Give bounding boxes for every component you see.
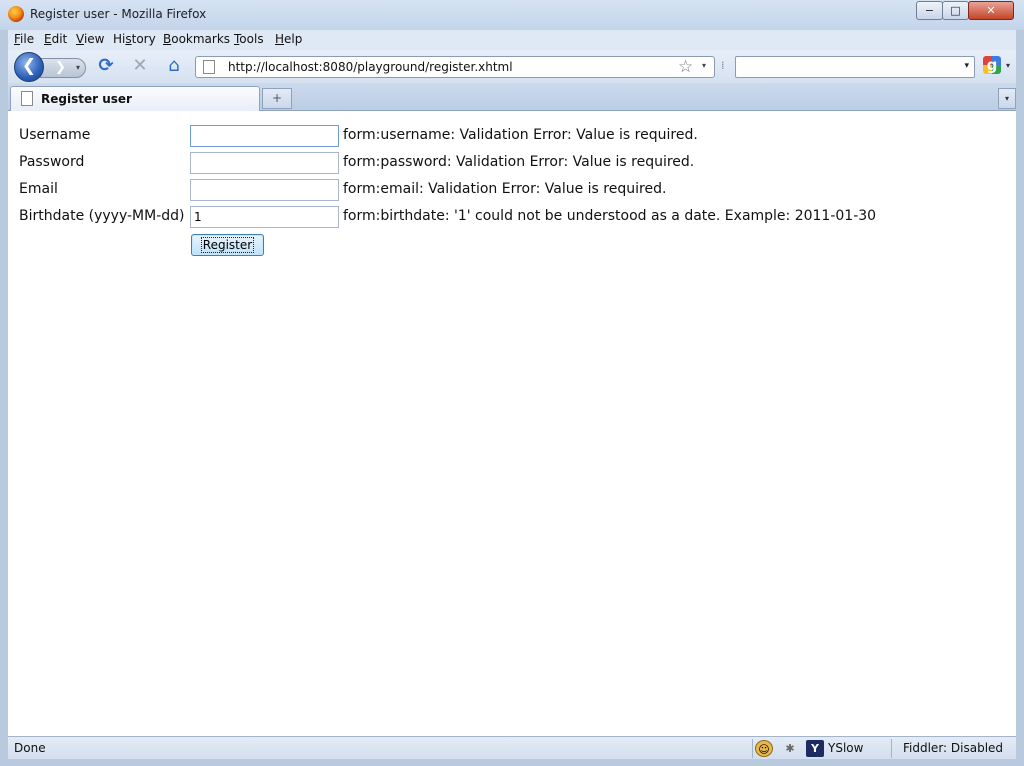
address-text[interactable]: http://localhost:8080/playground/registe… [228,60,513,74]
tab-register-user[interactable]: Register user [10,86,260,111]
search-engine-dropdown-icon[interactable]: ▾ [1006,61,1010,70]
email-error-message: form:email: Validation Error: Value is r… [343,181,667,197]
password-label: Password [19,154,85,170]
menu-edit[interactable]: Edit [44,32,67,46]
list-all-tabs-button[interactable]: ▾ [998,88,1016,109]
username-field[interactable] [190,125,339,147]
minimize-button[interactable]: − [916,1,943,20]
email-field[interactable] [190,179,339,201]
browser-frame: File Edit View History Bookmarks Tools H… [8,30,1016,759]
toolbar-resize-grip-icon[interactable]: ⁞ [721,59,725,72]
new-tab-button[interactable]: + [262,88,292,109]
page-icon [21,91,33,106]
stop-icon[interactable]: ✕ [130,56,150,76]
google-search-engine-icon[interactable]: g [983,56,1001,74]
tab-strip: Register user + ▾ [8,83,1016,111]
address-dropdown-icon[interactable]: ▾ [702,61,706,70]
status-divider [752,739,753,758]
birthdate-label: Birthdate (yyyy-MM-dd) [19,208,185,224]
window-titlebar: Register user - Mozilla Firefox − □ ✕ [0,0,1024,30]
greasemonkey-icon[interactable]: ☺ [755,740,773,757]
menu-view[interactable]: View [76,32,104,46]
register-button[interactable]: Register [191,234,264,256]
username-error-message: form:username: Validation Error: Value i… [343,127,698,143]
search-input[interactable]: ▾ [735,56,975,78]
navigation-toolbar: ❯ ▾ ❮ ⟳ ✕ ⌂ http://localhost:8080/playgr… [8,50,1016,83]
menu-help[interactable]: Help [275,32,302,46]
menu-file[interactable]: File [14,32,34,46]
menu-tools[interactable]: Tools [234,32,264,46]
firebug-icon[interactable]: ✱ [781,740,799,757]
password-error-message: form:password: Validation Error: Value i… [343,154,695,170]
birthdate-field[interactable] [190,206,339,228]
reload-icon[interactable]: ⟳ [96,56,116,76]
fiddler-status[interactable]: Fiddler: Disabled [903,741,1003,755]
maximize-button[interactable]: □ [942,1,969,20]
status-text: Done [14,741,46,755]
back-button[interactable]: ❮ [14,52,44,82]
page-content: Username form:username: Validation Error… [8,112,1016,736]
history-dropdown-icon[interactable]: ▾ [76,58,80,78]
email-label: Email [19,181,58,197]
search-dropdown-icon[interactable]: ▾ [964,61,969,71]
tab-title: Register user [41,92,132,106]
close-window-button[interactable]: ✕ [968,1,1014,20]
page-icon [203,60,215,74]
register-button-label: Register [200,237,255,253]
password-field[interactable] [190,152,339,174]
home-icon[interactable]: ⌂ [164,56,184,76]
menu-bookmarks[interactable]: Bookmarks [163,32,230,46]
status-divider [891,739,892,758]
address-bar[interactable]: http://localhost:8080/playground/registe… [195,56,715,78]
status-bar: Done ☺ ✱ Y YSlow Fiddler: Disabled [8,736,1016,759]
menubar: File Edit View History Bookmarks Tools H… [8,30,1016,50]
window-title: Register user - Mozilla Firefox [30,7,207,21]
bookmark-star-icon[interactable]: ☆ [678,57,693,77]
birthdate-error-message: form:birthdate: '1' could not be underst… [343,208,877,224]
yslow-label[interactable]: YSlow [828,741,863,755]
yslow-icon[interactable]: Y [806,740,824,757]
username-label: Username [19,127,91,143]
menu-history[interactable]: History [113,32,156,46]
firefox-logo-icon [8,6,24,22]
